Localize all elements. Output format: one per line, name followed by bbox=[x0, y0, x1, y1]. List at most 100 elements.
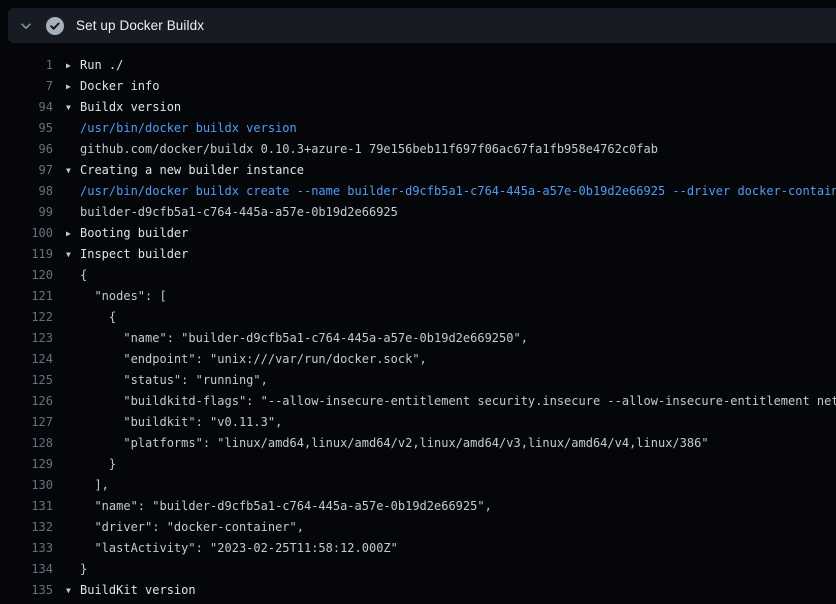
line-number[interactable]: 1 bbox=[0, 55, 53, 76]
log-text: "endpoint": "unix:///var/run/docker.sock… bbox=[80, 349, 427, 370]
log-text: } bbox=[80, 454, 116, 475]
group-expanded-arrow-icon[interactable]: ▼ bbox=[66, 97, 80, 118]
line-number[interactable]: 97 bbox=[0, 160, 53, 181]
gutter-gap bbox=[53, 139, 66, 160]
arrow-slot-empty bbox=[66, 202, 80, 223]
line-number[interactable]: 130 bbox=[0, 475, 53, 496]
command-text: /usr/bin/docker buildx create --name bui… bbox=[80, 181, 836, 202]
gutter-gap bbox=[53, 433, 66, 454]
log-group-line[interactable]: 7▶Docker info bbox=[0, 76, 836, 97]
line-number[interactable]: 122 bbox=[0, 307, 53, 328]
log-group-line[interactable]: 97▼Creating a new builder instance bbox=[0, 160, 836, 181]
log-line: 130 ], bbox=[0, 475, 836, 496]
chevron-down-icon[interactable] bbox=[18, 18, 34, 34]
log-text: "driver": "docker-container", bbox=[80, 517, 304, 538]
group-title: Run ./ bbox=[80, 55, 123, 76]
line-number[interactable]: 132 bbox=[0, 517, 53, 538]
line-number[interactable]: 128 bbox=[0, 433, 53, 454]
log-line: 99 builder-d9cfb5a1-c764-445a-a57e-0b19d2… bbox=[0, 202, 836, 223]
line-number[interactable]: 95 bbox=[0, 118, 53, 139]
step-header-set-up-docker-buildx[interactable]: Set up Docker Buildx bbox=[8, 8, 836, 43]
log-text: { bbox=[80, 307, 116, 328]
arrow-slot-empty bbox=[66, 433, 80, 454]
log-output: 1▶Run ./7▶Docker info94▼Buildx version95… bbox=[0, 43, 836, 604]
line-number[interactable]: 121 bbox=[0, 286, 53, 307]
group-expanded-arrow-icon[interactable]: ▼ bbox=[66, 580, 80, 601]
line-number[interactable]: 125 bbox=[0, 370, 53, 391]
gutter-gap bbox=[53, 286, 66, 307]
log-text: "name": "builder-d9cfb5a1-c764-445a-a57e… bbox=[80, 496, 492, 517]
log-line: 127 "buildkit": "v0.11.3", bbox=[0, 412, 836, 433]
group-collapsed-arrow-icon[interactable]: ▶ bbox=[66, 55, 80, 76]
group-collapsed-arrow-icon[interactable]: ▶ bbox=[66, 223, 80, 244]
group-title: Buildx version bbox=[80, 97, 181, 118]
group-title: Booting builder bbox=[80, 223, 188, 244]
log-line: 133 "lastActivity": "2023-02-25T11:58:12… bbox=[0, 538, 836, 559]
line-number[interactable]: 126 bbox=[0, 391, 53, 412]
gutter-gap bbox=[53, 412, 66, 433]
log-group-line[interactable]: 94 ▼Buildx version bbox=[0, 97, 836, 118]
line-number[interactable]: 135 bbox=[0, 580, 53, 601]
line-number[interactable]: 133 bbox=[0, 538, 53, 559]
line-number[interactable]: 120 bbox=[0, 265, 53, 286]
gutter-gap bbox=[53, 97, 66, 118]
check-circle-icon bbox=[46, 17, 64, 35]
line-number[interactable]: 124 bbox=[0, 349, 53, 370]
log-group-line[interactable]: 119 ▼Inspect builder bbox=[0, 244, 836, 265]
group-expanded-arrow-icon[interactable]: ▼ bbox=[66, 160, 80, 181]
line-number[interactable]: 94 bbox=[0, 97, 53, 118]
group-title: Inspect builder bbox=[80, 244, 188, 265]
log-line: 96github.com/docker/buildx 0.10.3+azure-… bbox=[0, 139, 836, 160]
gutter-gap bbox=[53, 454, 66, 475]
arrow-slot-empty bbox=[66, 349, 80, 370]
log-line: 126 "buildkitd-flags": "--allow-insecure… bbox=[0, 391, 836, 412]
group-collapsed-arrow-icon[interactable]: ▶ bbox=[66, 76, 80, 97]
log-text: } bbox=[80, 559, 87, 580]
line-number[interactable]: 119 bbox=[0, 244, 53, 265]
group-title: BuildKit version bbox=[80, 580, 196, 601]
log-text: builder-d9cfb5a1-c764-445a-a57e-0b19d2e6… bbox=[80, 202, 398, 223]
line-number[interactable]: 98 bbox=[0, 181, 53, 202]
arrow-slot-empty bbox=[66, 517, 80, 538]
gutter-gap bbox=[53, 517, 66, 538]
line-number[interactable]: 129 bbox=[0, 454, 53, 475]
gutter-gap bbox=[53, 223, 66, 244]
gutter-gap bbox=[53, 202, 66, 223]
line-number[interactable]: 127 bbox=[0, 412, 53, 433]
log-text: "name": "builder-d9cfb5a1-c764-445a-a57e… bbox=[80, 328, 528, 349]
log-line: 132 "driver": "docker-container", bbox=[0, 517, 836, 538]
arrow-slot-empty bbox=[66, 391, 80, 412]
log-line: 123 "name": "builder-d9cfb5a1-c764-445a-… bbox=[0, 328, 836, 349]
log-line: 125 "status": "running", bbox=[0, 370, 836, 391]
line-number[interactable]: 134 bbox=[0, 559, 53, 580]
gutter-gap bbox=[53, 496, 66, 517]
log-group-line[interactable]: 100 ▶Booting builder bbox=[0, 223, 836, 244]
line-number[interactable]: 123 bbox=[0, 328, 53, 349]
arrow-slot-empty bbox=[66, 559, 80, 580]
log-text: "nodes": [ bbox=[80, 286, 167, 307]
log-group-line[interactable]: 135 ▼BuildKit version bbox=[0, 580, 836, 601]
line-number[interactable]: 100 bbox=[0, 223, 53, 244]
arrow-slot-empty bbox=[66, 496, 80, 517]
arrow-slot-empty bbox=[66, 454, 80, 475]
line-number[interactable]: 96 bbox=[0, 139, 53, 160]
arrow-slot-empty bbox=[66, 181, 80, 202]
log-group-line[interactable]: 1 ▶Run ./ bbox=[0, 55, 836, 76]
group-expanded-arrow-icon[interactable]: ▼ bbox=[66, 244, 80, 265]
gutter-gap bbox=[53, 349, 66, 370]
line-number[interactable]: 131 bbox=[0, 496, 53, 517]
line-number[interactable]: 7 bbox=[0, 76, 53, 97]
line-number[interactable]: 99 bbox=[0, 202, 53, 223]
arrow-slot-empty bbox=[66, 538, 80, 559]
gutter-gap bbox=[53, 160, 66, 181]
log-text: "platforms": "linux/amd64,linux/amd64/v2… bbox=[80, 433, 709, 454]
log-text: ], bbox=[80, 475, 109, 496]
gutter-gap bbox=[53, 559, 66, 580]
gutter-gap bbox=[53, 391, 66, 412]
gutter-gap bbox=[53, 370, 66, 391]
arrow-slot-empty bbox=[66, 307, 80, 328]
log-text: "buildkit": "v0.11.3", bbox=[80, 412, 282, 433]
log-line: 120{ bbox=[0, 265, 836, 286]
arrow-slot-empty bbox=[66, 412, 80, 433]
log-line: 128 "platforms": "linux/amd64,linux/amd6… bbox=[0, 433, 836, 454]
